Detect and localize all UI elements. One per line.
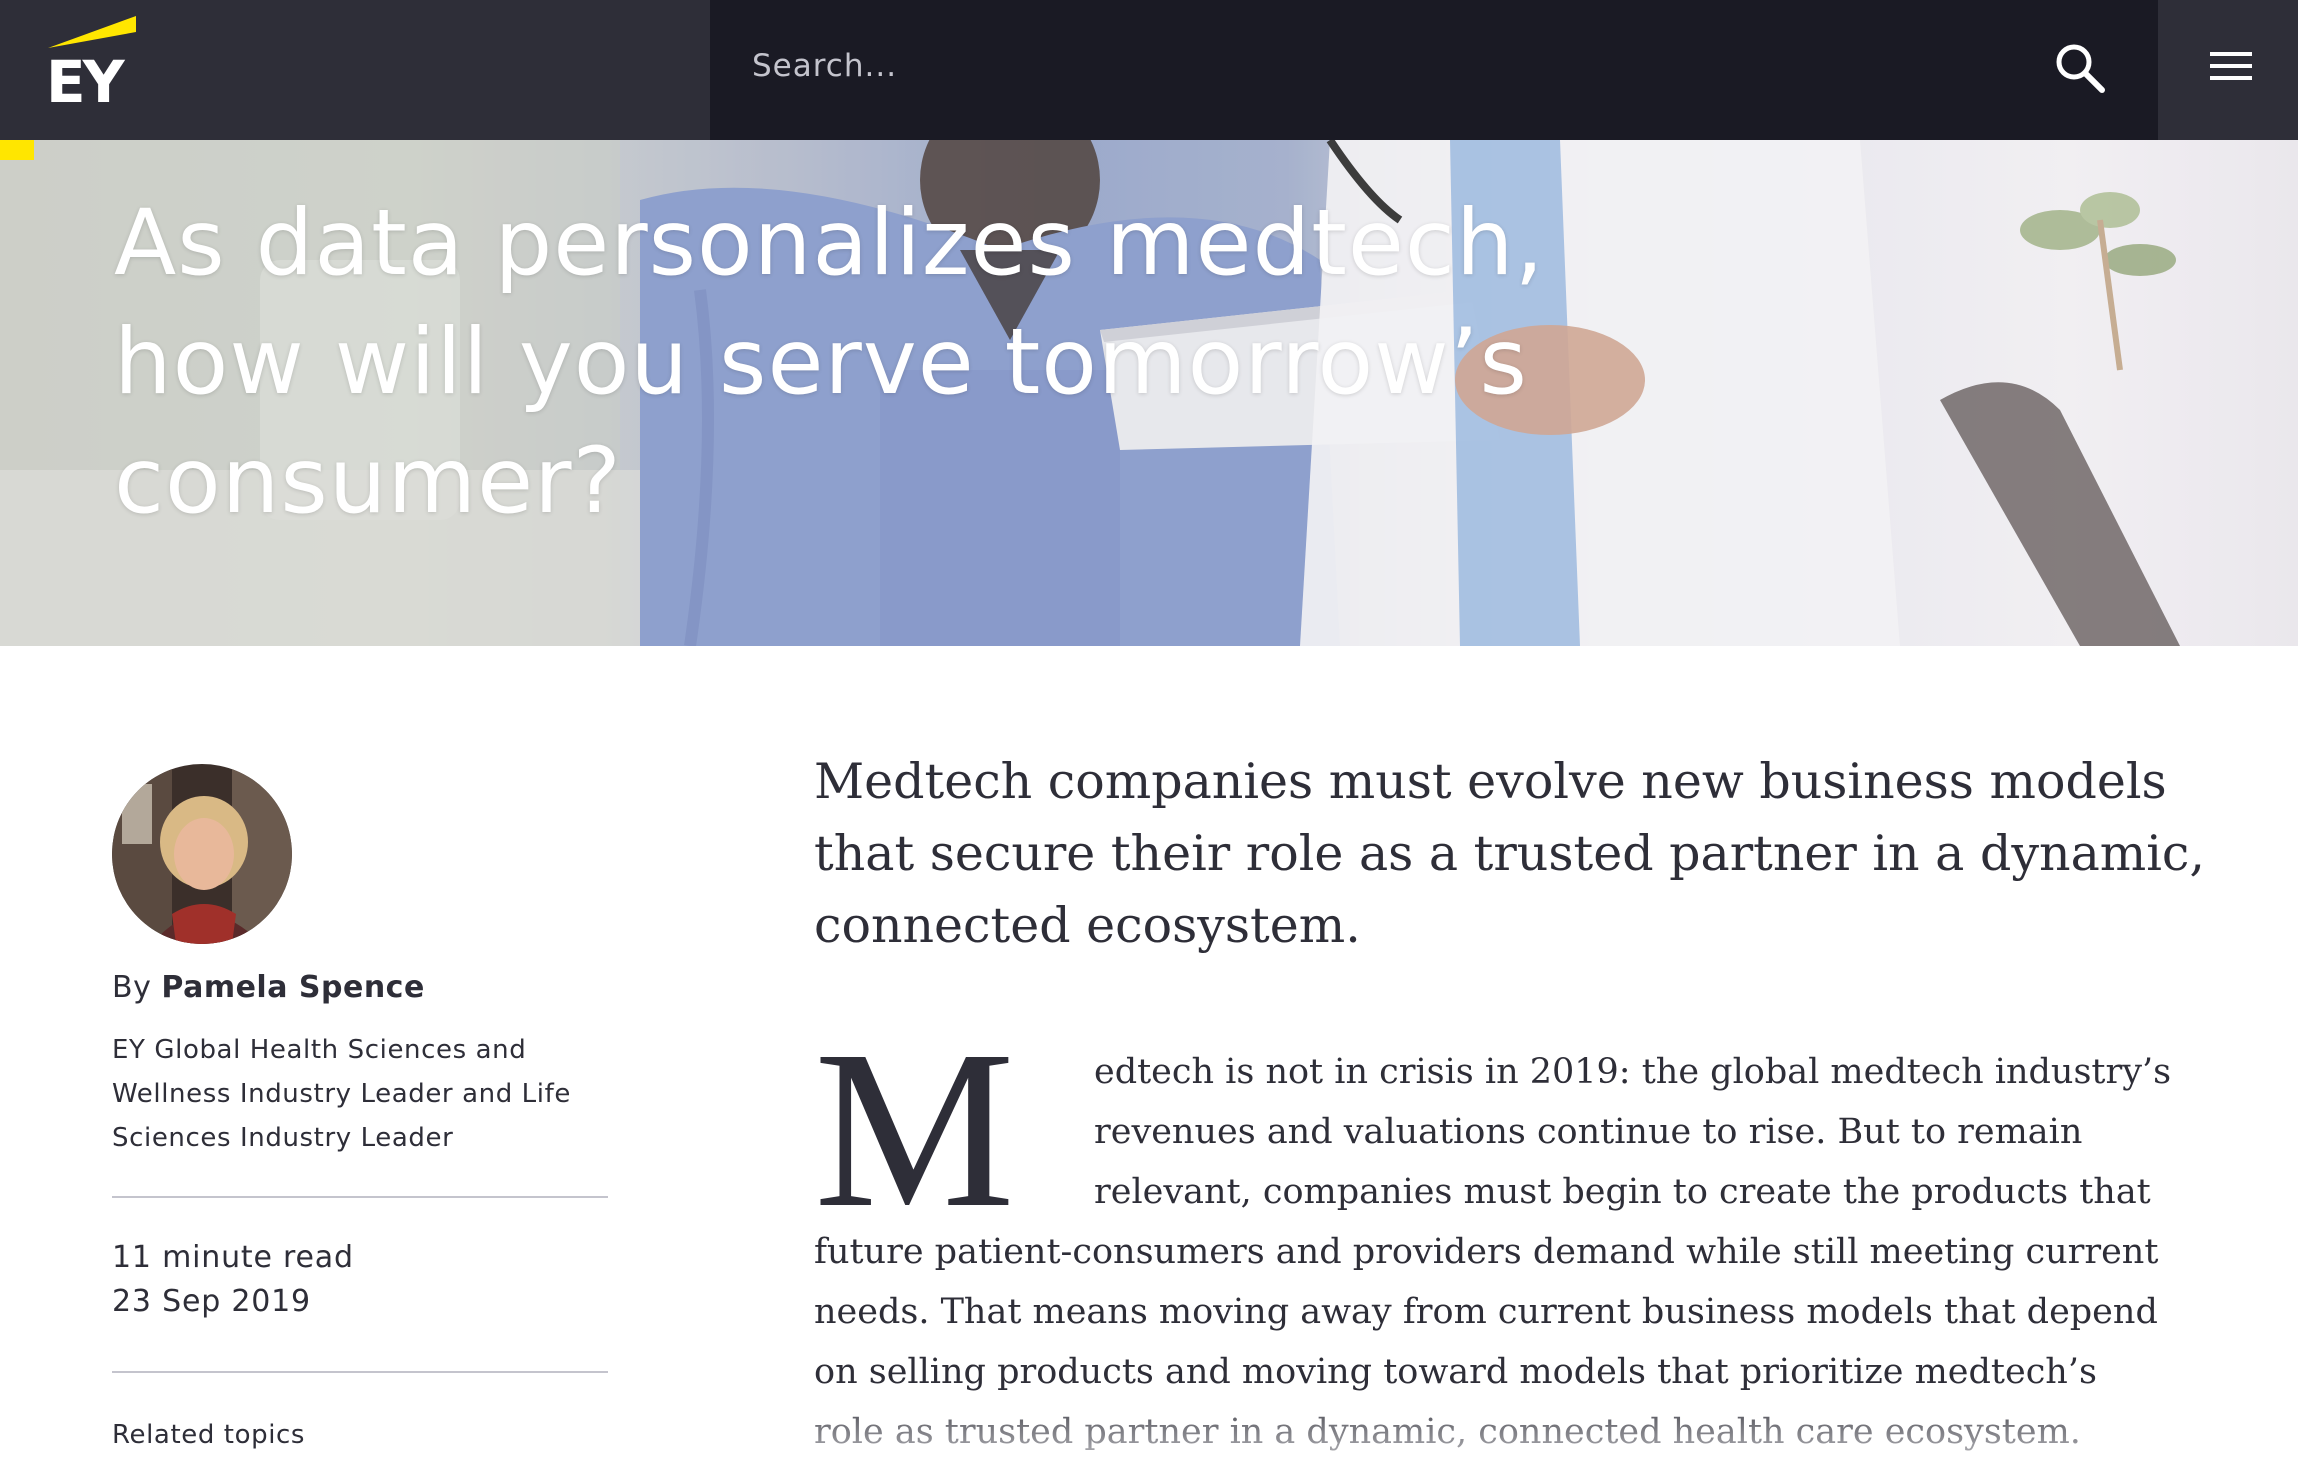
hamburger-menu-icon[interactable]	[2208, 46, 2256, 86]
ey-logo-mark: EY	[46, 16, 136, 116]
search-input[interactable]	[750, 38, 1950, 94]
related-topics-label: Related topics	[112, 1420, 306, 1450]
read-time: 11 minute read	[112, 1240, 354, 1275]
ey-logo[interactable]: EY	[40, 14, 150, 116]
hero-banner: As data personalizes medtech, how will y…	[0, 140, 2298, 646]
sidebar-divider	[112, 1371, 608, 1373]
search-icon[interactable]	[2050, 38, 2112, 100]
author-name-link[interactable]: Pamela Spence	[161, 970, 424, 1005]
by-label: By	[112, 970, 152, 1005]
logo-text: EY	[46, 48, 126, 109]
author-role: EY Global Health Sciences and Wellness I…	[112, 1035, 571, 1153]
article-body-paragraph: edtech is not in crisis in 2019: the glo…	[814, 1042, 2174, 1462]
page-title: As data personalizes medtech, how will y…	[114, 191, 1545, 534]
publish-date: 23 Sep 2019	[112, 1284, 311, 1319]
author-byline: By Pamela Spence	[112, 970, 425, 1005]
sidebar-divider	[112, 1196, 608, 1198]
site-header: EY	[0, 0, 2298, 140]
article-intro: Medtech companies must evolve new busine…	[814, 753, 2205, 954]
search-bar	[710, 0, 2158, 140]
author-avatar[interactable]	[112, 764, 292, 944]
hero-accent-bar	[0, 140, 34, 160]
